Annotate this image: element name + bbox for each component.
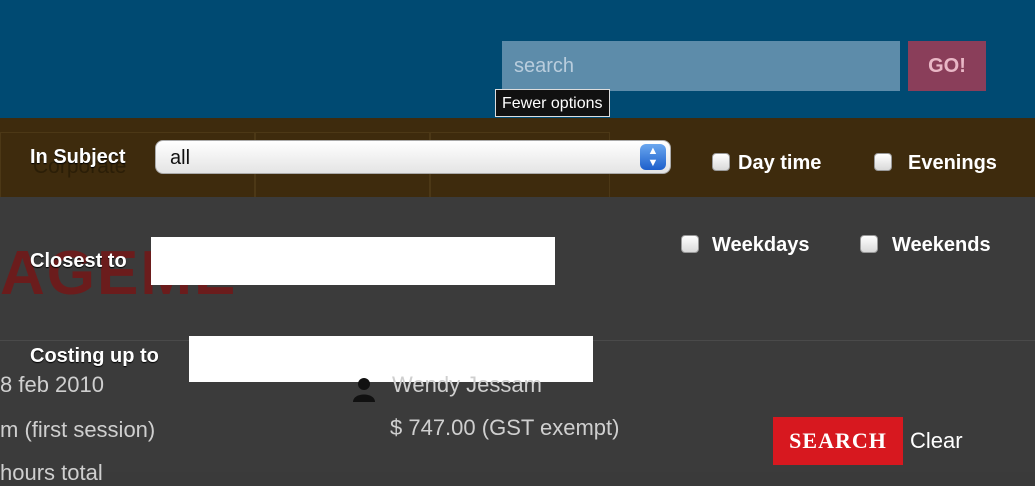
weekdays-checkbox[interactable] (681, 235, 699, 253)
search-button[interactable]: SEARCH (773, 417, 903, 465)
go-button[interactable]: GO! (908, 41, 986, 91)
costing-up-to-label: Costing up to (30, 345, 159, 367)
background-price: $ 747.00 (GST exempt) (390, 415, 620, 440)
weekends-label: Weekends (892, 234, 991, 256)
background-hours: hours total (0, 460, 103, 485)
fewer-options-link[interactable]: Fewer options (495, 89, 610, 117)
closest-to-label: Closest to (30, 250, 127, 272)
clear-link[interactable]: Clear (910, 428, 963, 454)
background-date: 8 feb 2010 (0, 372, 104, 397)
weekends-checkbox[interactable] (860, 235, 878, 253)
day-time-label: Day time (738, 152, 822, 174)
evenings-checkbox[interactable] (874, 153, 892, 171)
background-time: m (first session) (0, 417, 156, 442)
day-time-checkbox[interactable] (712, 153, 730, 171)
weekdays-label: Weekdays (712, 234, 810, 256)
subject-select[interactable]: all ▲ ▼ (155, 140, 671, 174)
evenings-label: Evenings (908, 152, 997, 174)
subject-select-value: all (170, 147, 191, 169)
select-arrows-icon: ▲ ▼ (640, 144, 666, 170)
closest-to-input[interactable] (151, 237, 555, 285)
search-input[interactable] (502, 41, 900, 91)
background-person: Wendy Jessam (392, 372, 542, 397)
user-icon (353, 378, 375, 402)
subject-label: In Subject (30, 146, 126, 168)
